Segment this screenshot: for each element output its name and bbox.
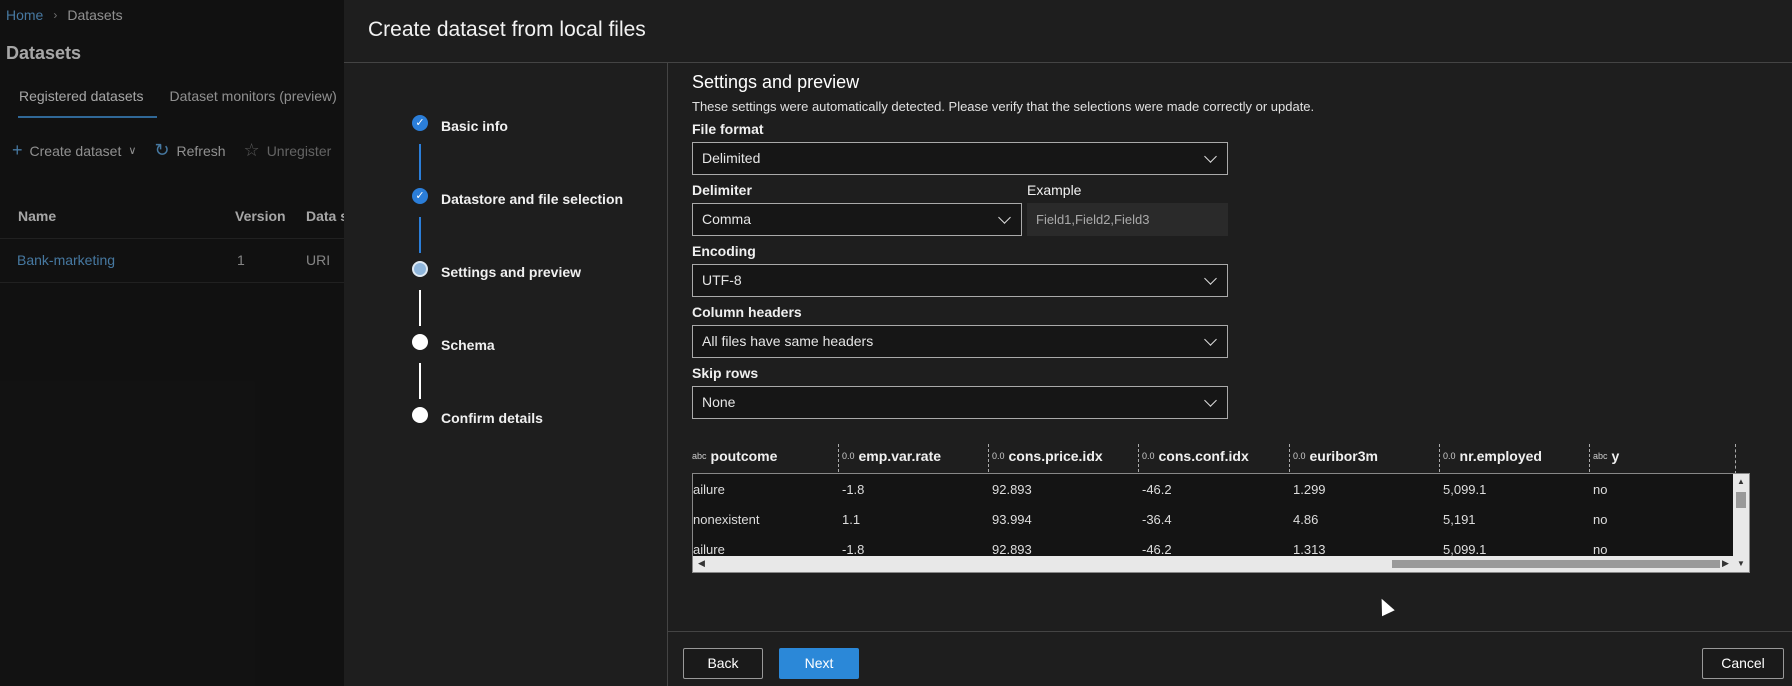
back-button[interactable]: Back <box>683 648 763 679</box>
scroll-down-icon[interactable]: ▼ <box>1737 559 1745 568</box>
cell: -1.8 <box>842 542 865 557</box>
table-row: ailure -1.8 92.893 -46.2 1.299 5,099.1 n… <box>693 474 1727 504</box>
footer-divider <box>667 631 1792 632</box>
cell: 5,099.1 <box>1443 542 1487 557</box>
chevron-down-icon <box>1204 333 1217 346</box>
step-connector <box>419 363 421 399</box>
chevron-down-icon <box>1204 272 1217 285</box>
skip-rows-dropdown[interactable]: None <box>692 386 1228 419</box>
cell: no <box>1593 512 1608 527</box>
numeric-type-icon: 0.0 <box>842 451 855 461</box>
section-description: These settings were automatically detect… <box>692 99 1315 114</box>
cell: 92.893 <box>992 542 1032 557</box>
settings-content: Settings and preview These settings were… <box>692 72 1772 114</box>
delimiter-label: Delimiter <box>692 182 752 198</box>
scrollbar-thumb[interactable] <box>1392 560 1720 568</box>
cell: 93.994 <box>992 512 1032 527</box>
panel-title: Create dataset from local files <box>368 18 646 41</box>
next-button[interactable]: Next <box>779 648 859 679</box>
cell: 92.893 <box>992 482 1032 497</box>
skip-rows-label: Skip rows <box>692 365 759 381</box>
step-label: Settings and preview <box>441 264 582 280</box>
vertical-scrollbar[interactable]: ▲ ▼ <box>1733 474 1749 572</box>
scroll-right-icon[interactable]: ▶ <box>1722 558 1729 569</box>
skip-rows-value: None <box>702 394 736 410</box>
numeric-type-icon: 0.0 <box>1142 451 1155 461</box>
step-label: Confirm details <box>441 410 543 426</box>
column-header-cons-price-idx[interactable]: 0.0 cons.price.idx <box>992 448 1103 464</box>
cell: 1.1 <box>842 512 861 527</box>
section-title: Settings and preview <box>692 72 860 92</box>
grid-header: abc poutcome 0.0 emp.var.rate 0.0 cons.pric… <box>692 444 1750 474</box>
cell: ailure <box>693 542 725 557</box>
column-header-cons-conf-idx[interactable]: 0.0 cons.conf.idx <box>1142 448 1249 464</box>
example-label: Example <box>1027 182 1082 198</box>
step-label: Schema <box>441 337 495 353</box>
cell: 1.313 <box>1293 542 1326 557</box>
file-format-value: Delimited <box>702 150 761 166</box>
modal-overlay[interactable] <box>0 0 344 686</box>
chevron-down-icon <box>1204 150 1217 163</box>
delimiter-dropdown[interactable]: Comma <box>692 203 1022 236</box>
column-header-y[interactable]: abc y <box>1593 448 1619 464</box>
encoding-dropdown[interactable]: UTF-8 <box>692 264 1228 297</box>
cell: -46.2 <box>1142 542 1172 557</box>
cell: 5,191 <box>1443 512 1476 527</box>
column-header-euribor3m[interactable]: 0.0 euribor3m <box>1293 448 1378 464</box>
text-type-icon: abc <box>692 451 707 461</box>
pending-step-icon <box>412 407 428 423</box>
cancel-button[interactable]: Cancel <box>1702 648 1784 679</box>
chevron-down-icon <box>998 211 1011 224</box>
example-preview: Field1,Field2,Field3 <box>1027 203 1228 236</box>
cell: nonexistent <box>693 512 760 527</box>
steps-divider <box>667 62 668 686</box>
step-label: Basic info <box>441 118 508 134</box>
cell: -1.8 <box>842 482 865 497</box>
scroll-left-icon[interactable]: ◀ <box>698 558 705 569</box>
delimiter-value: Comma <box>702 211 752 227</box>
numeric-type-icon: 0.0 <box>1293 451 1306 461</box>
step-connector <box>419 290 421 326</box>
checkmark-icon: ✓ <box>412 188 428 204</box>
cell: 1.299 <box>1293 482 1326 497</box>
column-headers-label: Column headers <box>692 304 802 320</box>
encoding-value: UTF-8 <box>702 272 742 288</box>
create-dataset-panel: Create dataset from local files ✓ Basic … <box>344 0 1792 686</box>
cell: 4.86 <box>1293 512 1319 527</box>
step-label: Datastore and file selection <box>441 191 624 207</box>
cell: -46.2 <box>1142 482 1172 497</box>
numeric-type-icon: 0.0 <box>1443 451 1456 461</box>
scrollbar-thumb[interactable] <box>1736 492 1746 508</box>
cell: -36.4 <box>1142 512 1172 527</box>
column-headers-dropdown[interactable]: All files have same headers <box>692 325 1228 358</box>
column-header-nr-employed[interactable]: 0.0 nr.employed <box>1443 448 1542 464</box>
text-type-icon: abc <box>1593 451 1608 461</box>
numeric-type-icon: 0.0 <box>992 451 1005 461</box>
checkmark-icon: ✓ <box>412 115 428 131</box>
cell: ailure <box>693 482 725 497</box>
column-headers-value: All files have same headers <box>702 333 874 349</box>
cell: no <box>1593 542 1608 557</box>
pending-step-icon <box>412 334 428 350</box>
header-divider <box>344 62 1792 63</box>
file-format-label: File format <box>692 121 764 137</box>
scroll-up-icon[interactable]: ▲ <box>1737 477 1745 486</box>
table-row: nonexistent 1.1 93.994 -36.4 4.86 5,191 … <box>693 504 1727 534</box>
grid-body[interactable]: ailure -1.8 92.893 -46.2 1.299 5,099.1 n… <box>692 473 1750 573</box>
step-connector <box>419 217 421 253</box>
file-format-dropdown[interactable]: Delimited <box>692 142 1228 175</box>
current-step-icon <box>412 261 428 277</box>
encoding-label: Encoding <box>692 243 756 259</box>
horizontal-scrollbar[interactable]: ◀ ▶ <box>693 556 1733 572</box>
column-header-emp-var-rate[interactable]: 0.0 emp.var.rate <box>842 448 941 464</box>
column-header-poutcome[interactable]: abc poutcome <box>692 448 777 464</box>
step-connector <box>419 144 421 180</box>
cell: 5,099.1 <box>1443 482 1487 497</box>
cell: no <box>1593 482 1608 497</box>
chevron-down-icon <box>1204 394 1217 407</box>
